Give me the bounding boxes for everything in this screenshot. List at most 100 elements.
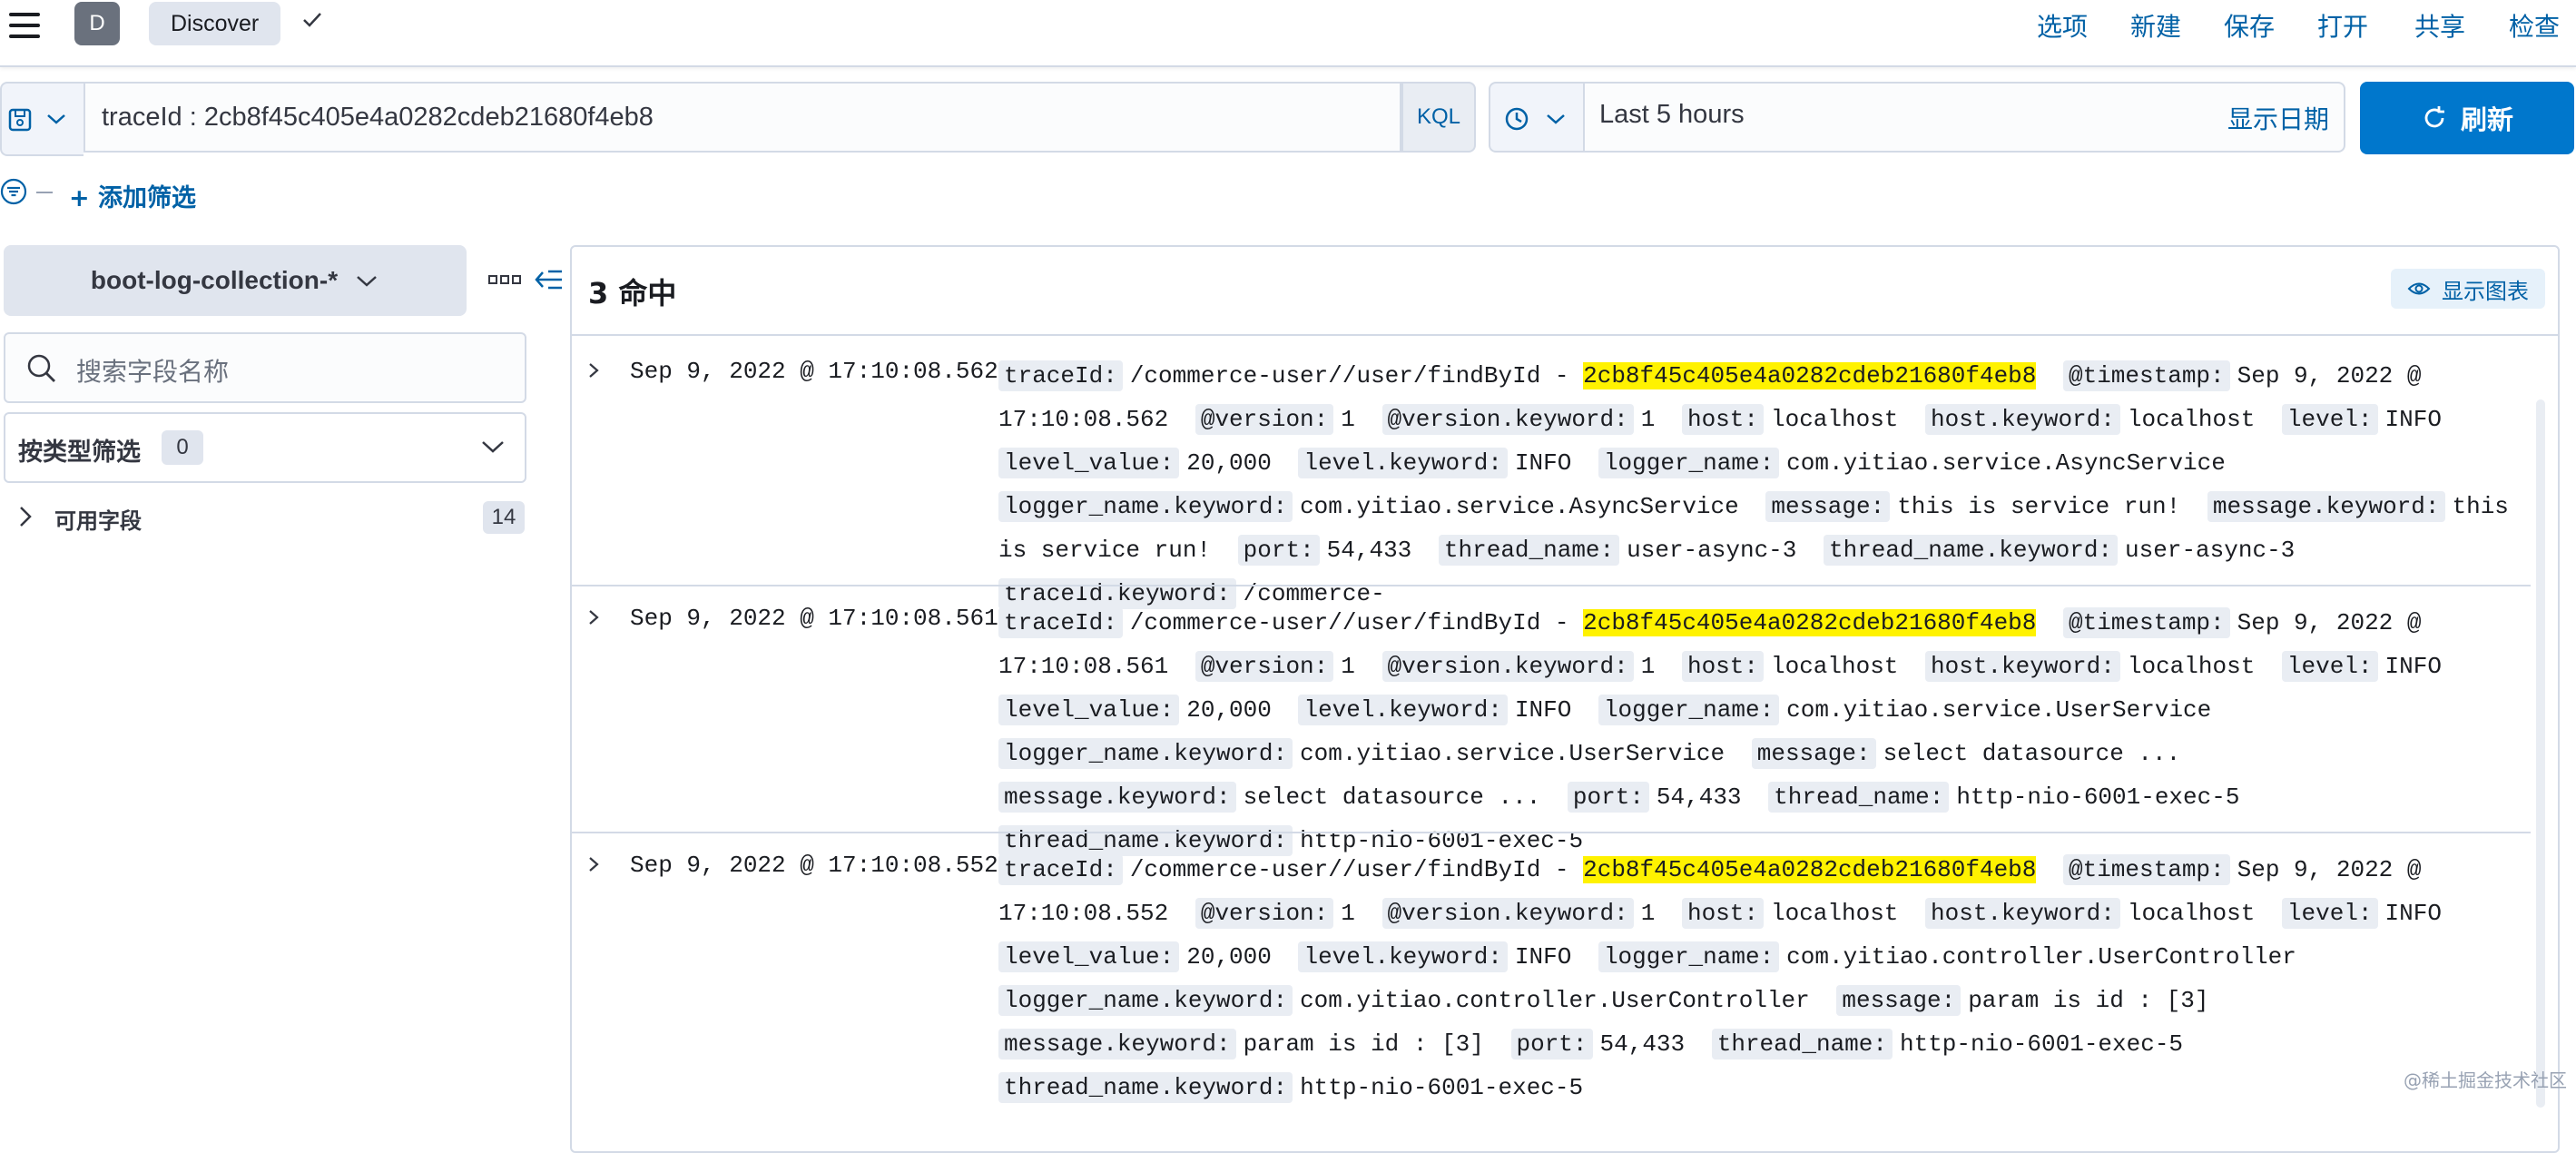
field-value: 1: [1640, 900, 1656, 927]
field-value: /commerce-user//user/findById - 2cb8f45c…: [1129, 856, 2037, 883]
field-key: thread_name:: [1711, 1029, 1893, 1059]
index-pattern-selector[interactable]: boot-log-collection-*: [4, 245, 467, 316]
field-value: localhost: [1770, 653, 1899, 680]
field-key: @timestamp:: [2063, 854, 2230, 885]
field-key: level_value:: [998, 695, 1180, 725]
field-value: 20,000: [1186, 449, 1272, 477]
space-avatar[interactable]: D: [74, 2, 120, 45]
show-chart-button[interactable]: 显示图表: [2391, 269, 2545, 309]
menu-icon[interactable]: [9, 13, 40, 38]
field-value: INFO: [1514, 943, 1572, 971]
filter-separator: [36, 192, 53, 193]
menu-save[interactable]: 保存: [2224, 7, 2275, 44]
field-key: @version.keyword:: [1381, 651, 1634, 682]
row-timestamp: Sep 9, 2022 @ 17:10:08.561: [630, 605, 998, 632]
field-value: com.yitiao.service.AsyncService: [1300, 493, 1739, 520]
query-input[interactable]: traceId : 2cb8f45c405e4a0282cdeb21680f4e…: [84, 82, 1401, 153]
field-key: @timestamp:: [2063, 360, 2230, 391]
field-value: localhost: [1770, 406, 1899, 433]
field-key: thread_name.keyword:: [998, 1072, 1293, 1103]
row-timestamp: Sep 9, 2022 @ 17:10:08.562: [630, 358, 998, 385]
refresh-icon: [2424, 106, 2444, 128]
field-key: thread_name.keyword:: [1823, 535, 2119, 566]
top-header-bar: [0, 0, 2576, 67]
field-key: @version:: [1195, 651, 1334, 682]
field-value: http-nio-6001-exec-5: [1956, 783, 2240, 811]
field-value: user-async-3: [1627, 537, 1797, 564]
field-key: host.keyword:: [1925, 898, 2120, 929]
field-value: this is service run!: [1897, 493, 2181, 520]
menu-new[interactable]: 新建: [2130, 7, 2181, 44]
field-value: /commerce-user//user/findById - 2cb8f45c…: [1129, 362, 2037, 389]
filter-options-icon[interactable]: [0, 178, 27, 205]
field-key: level:: [2281, 651, 2378, 682]
field-key: port:: [1237, 535, 1320, 566]
collapse-sidebar-icon[interactable]: [534, 267, 565, 292]
field-key: port:: [1567, 782, 1649, 813]
hits-count: 3 命中: [588, 276, 677, 310]
field-value: com.yitiao.service.AsyncService: [1786, 449, 2226, 477]
expand-row-icon[interactable]: [585, 855, 603, 873]
more-options-icon[interactable]: [488, 272, 521, 287]
field-key: level_value:: [998, 448, 1180, 478]
field-key: message.keyword:: [2207, 491, 2445, 522]
refresh-button[interactable]: 刷新: [2360, 82, 2574, 154]
field-value: /commerce-user//user/findById - 2cb8f45c…: [1129, 609, 2037, 636]
field-value: INFO: [2384, 653, 2442, 680]
saved-query-button[interactable]: [0, 82, 84, 156]
field-key: @timestamp:: [2063, 607, 2230, 638]
expand-row-icon[interactable]: [585, 608, 603, 626]
field-key: message:: [1765, 491, 1891, 522]
field-key: level:: [2281, 898, 2378, 929]
field-key: logger_name.keyword:: [998, 985, 1293, 1016]
field-key: level.keyword:: [1298, 941, 1508, 972]
available-fields-count-badge: 14: [483, 501, 525, 534]
field-value: com.yitiao.service.UserService: [1786, 696, 2212, 724]
add-filter-button[interactable]: + 添加筛选: [69, 178, 196, 213]
field-key: message:: [1751, 738, 1876, 769]
query-language-button[interactable]: KQL: [1401, 82, 1476, 153]
chevron-down-icon: [482, 441, 504, 453]
field-value: 54,433: [1326, 537, 1412, 564]
field-value: INFO: [2384, 900, 2442, 927]
search-highlight: 2cb8f45c405e4a0282cdeb21680f4eb8: [1583, 856, 2037, 883]
menu-options[interactable]: 选项: [2037, 7, 2088, 44]
search-icon: [27, 354, 55, 382]
field-key: @version.keyword:: [1381, 898, 1634, 929]
field-key: logger_name:: [1598, 941, 1780, 972]
field-key: logger_name:: [1598, 695, 1780, 725]
breadcrumb-discover[interactable]: Discover: [149, 2, 281, 45]
field-value: INFO: [2384, 406, 2442, 433]
chevron-down-icon: [357, 276, 377, 287]
chevron-down-icon: [47, 114, 65, 124]
available-fields-label[interactable]: 可用字段: [54, 503, 142, 535]
field-search-placeholder: 搜索字段名称: [76, 357, 230, 387]
expand-row-icon[interactable]: [585, 361, 603, 379]
show-dates-link[interactable]: 显示日期: [2227, 100, 2329, 136]
chevron-right-icon[interactable]: [16, 505, 34, 528]
menu-inspect[interactable]: 检查: [2509, 7, 2560, 44]
field-value: INFO: [1514, 696, 1572, 724]
menu-open[interactable]: 打开: [2317, 7, 2368, 44]
quick-time-menu-button[interactable]: [1489, 82, 1583, 153]
eye-icon: [2407, 282, 2431, 295]
field-value: 20,000: [1186, 696, 1272, 724]
field-value: param is id : [3]: [1968, 987, 2209, 1014]
results-scrollbar[interactable]: [2536, 399, 2545, 1108]
refresh-label: 刷新: [2460, 104, 2513, 135]
field-key: traceId:: [998, 360, 1123, 391]
menu-share[interactable]: 共享: [2414, 7, 2465, 44]
show-chart-label: 显示图表: [2442, 278, 2529, 304]
field-value: http-nio-6001-exec-5: [1300, 1074, 1584, 1101]
field-value: 20,000: [1186, 943, 1272, 971]
field-value: 54,433: [1656, 783, 1742, 811]
field-value: 1: [1341, 406, 1355, 433]
field-key: port:: [1510, 1029, 1593, 1059]
search-highlight: 2cb8f45c405e4a0282cdeb21680f4eb8: [1583, 362, 2037, 389]
field-key: level:: [2281, 404, 2378, 435]
field-value: com.yitiao.controller.UserController: [1300, 987, 1810, 1014]
index-pattern-name: boot-log-collection-*: [90, 266, 339, 294]
field-value: localhost: [2127, 653, 2256, 680]
save-query-icon: [8, 108, 32, 132]
field-value: select datasource ...: [1243, 783, 1541, 811]
